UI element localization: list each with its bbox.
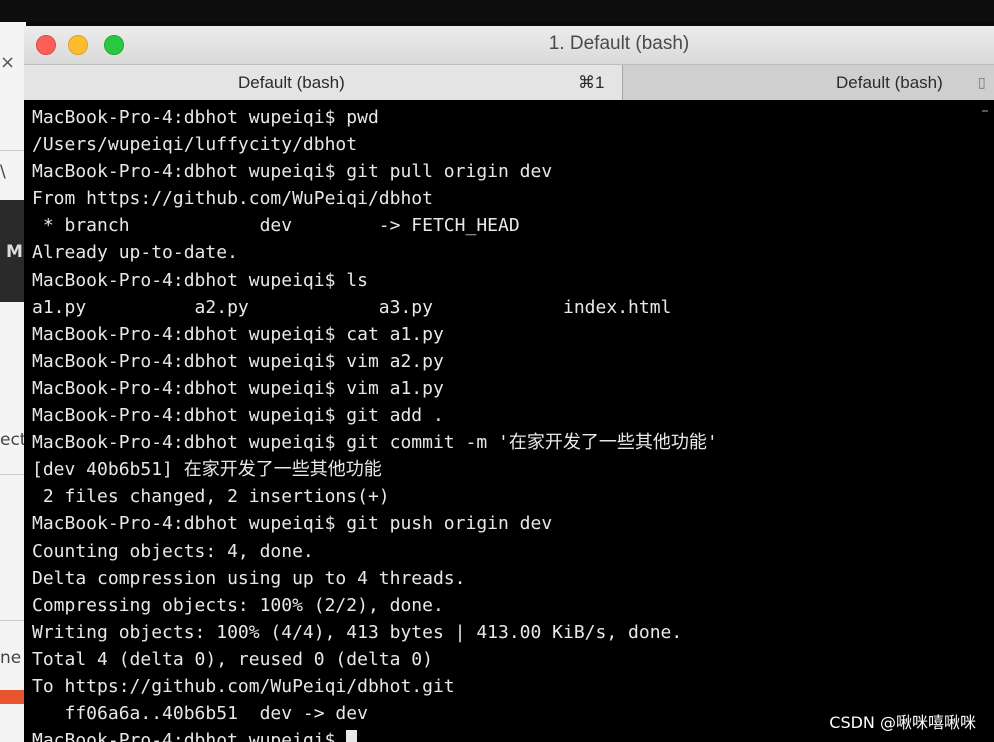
terminal-line: Total 4 (delta 0), reused 0 (delta 0) <box>32 648 433 670</box>
screen: × \ M ect ne 1. Default (bash) Default (… <box>0 0 994 742</box>
background-divider <box>0 150 26 151</box>
tab-default-bash-2[interactable]: Default (bash) ▯ <box>623 65 994 100</box>
background-accent-bar <box>0 690 26 704</box>
terminal-line: a1.py a2.py a3.py index.html <box>32 296 672 318</box>
background-fragment: \ <box>0 162 6 182</box>
terminal-line: ff06a6a..40b6b51 dev -> dev <box>32 703 368 725</box>
terminal-line: Compressing objects: 100% (2/2), done. <box>32 594 444 616</box>
terminal-window: 1. Default (bash) Default (bash) ⌘1 Defa… <box>24 26 994 742</box>
terminal-prompt-line[interactable]: MacBook-Pro-4:dbhot wupeiqi$ <box>32 727 718 742</box>
terminal-line: Writing objects: 100% (4/4), 413 bytes |… <box>32 621 683 643</box>
terminal-line: MacBook-Pro-4:dbhot wupeiqi$ vim a1.py <box>32 377 444 399</box>
terminal-line: MacBook-Pro-4:dbhot wupeiqi$ git pull or… <box>32 161 553 183</box>
terminal-line: From https://github.com/WuPeiqi/dbhot <box>32 188 433 210</box>
background-divider <box>0 620 26 621</box>
terminal-line: Counting objects: 4, done. <box>32 540 314 562</box>
terminal-line: /Users/wupeiqi/luffycity/dbhot <box>32 134 358 156</box>
window-title: 1. Default (bash) <box>548 33 690 54</box>
text-cursor <box>346 730 358 742</box>
terminal-line: MacBook-Pro-4:dbhot wupeiqi$ pwd <box>32 107 379 128</box>
background-close-icon[interactable]: × <box>0 52 15 73</box>
tab-bar: Default (bash) ⌘1 Default (bash) ▯ <box>24 64 994 101</box>
tab-bar-control-icon[interactable]: ▯ <box>978 65 986 100</box>
terminal-line: 2 files changed, 2 insertions(+) <box>32 486 390 508</box>
terminal-output[interactable]: MacBook-Pro-4:dbhot wupeiqi$ pwd/Users/w… <box>24 100 994 742</box>
terminal-line: * branch dev -> FETCH_HEAD <box>32 215 520 237</box>
terminal-line: [dev 40b6b51] 在家开发了一些其他功能 <box>32 459 382 481</box>
terminal-line: MacBook-Pro-4:dbhot wupeiqi$ git push or… <box>32 513 553 535</box>
tab-default-bash-1[interactable]: Default (bash) ⌘1 <box>24 65 623 100</box>
terminal-line: MacBook-Pro-4:dbhot wupeiqi$ git add . <box>32 405 444 427</box>
background-app: × \ M ect ne <box>0 22 26 742</box>
tab-label: Default (bash) <box>238 73 345 92</box>
background-fragment: ect <box>0 430 26 450</box>
top-dark-strip <box>0 0 994 22</box>
terminal-prompt: MacBook-Pro-4:dbhot wupeiqi$ <box>32 730 347 742</box>
tab-shortcut: ⌘1 <box>578 73 605 92</box>
background-fragment: ne <box>0 648 22 668</box>
terminal-line: Delta compression using up to 4 threads. <box>32 567 466 589</box>
terminal-line: MacBook-Pro-4:dbhot wupeiqi$ vim a2.py <box>32 350 444 372</box>
background-fragment: M <box>6 242 23 262</box>
tab-label: Default (bash) <box>836 73 943 92</box>
background-divider <box>0 474 26 475</box>
title-bar[interactable]: 1. Default (bash) <box>24 26 994 64</box>
watermark: CSDN @啾咪嘻啾咪 <box>829 713 976 732</box>
terminal-line: MacBook-Pro-4:dbhot wupeiqi$ git commit … <box>32 432 718 454</box>
terminal-line: MacBook-Pro-4:dbhot wupeiqi$ ls <box>32 269 368 291</box>
terminal-lines: MacBook-Pro-4:dbhot wupeiqi$ pwd/Users/w… <box>32 104 718 742</box>
terminal-line: Already up-to-date. <box>32 242 238 264</box>
scroll-indicator <box>982 110 988 112</box>
terminal-line: To https://github.com/WuPeiqi/dbhot.git <box>32 675 455 697</box>
terminal-line: MacBook-Pro-4:dbhot wupeiqi$ cat a1.py <box>32 323 444 345</box>
background-dark-panel: M <box>0 200 26 302</box>
